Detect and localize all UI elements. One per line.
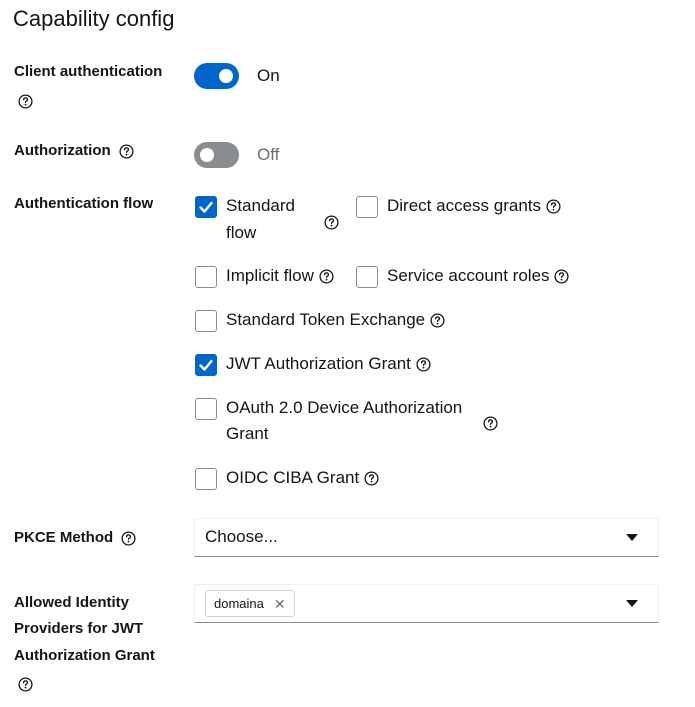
authorization-label: Authorization: [14, 138, 134, 165]
service-account-checkbox[interactable]: [356, 266, 378, 288]
service-account-label: Service account roles: [387, 263, 569, 290]
help-icon[interactable]: [18, 94, 33, 109]
direct-access-label-text: Direct access grants: [387, 196, 541, 215]
close-icon[interactable]: ✕: [274, 597, 286, 611]
client-auth-state: On: [257, 66, 280, 85]
allowed-idp-label-line1: Allowed Identity: [14, 594, 130, 611]
pkce-select-value: Choose...: [205, 527, 278, 546]
jwt-grant-label-text: JWT Authorization Grant: [226, 354, 411, 373]
authorization-toggle[interactable]: [194, 142, 239, 168]
help-icon[interactable]: [18, 677, 33, 692]
jwt-grant-checkbox[interactable]: [195, 354, 217, 376]
service-account-label-text: Service account roles: [387, 266, 550, 285]
device-grant-label-line1: OAuth 2.0 Device Authorization: [226, 398, 463, 417]
implicit-flow-checkbox[interactable]: [195, 266, 217, 288]
standard-flow-checkbox[interactable]: [195, 196, 217, 218]
token-exchange-checkbox[interactable]: [195, 310, 217, 332]
token-exchange-label-text: Standard Token Exchange: [226, 310, 426, 329]
caret-down-icon: [626, 534, 638, 541]
ciba-grant-label: OIDC CIBA Grant: [226, 465, 379, 492]
auth-flow-label: Authentication flow: [14, 195, 154, 212]
client-auth-label: Client authentication: [14, 63, 163, 80]
help-icon[interactable]: [121, 530, 136, 546]
help-icon[interactable]: [319, 269, 334, 284]
standard-flow-label-line1: Standard: [226, 196, 295, 215]
allowed-idp-label-line2: Providers for JWT: [14, 620, 144, 637]
ciba-grant-label-text: OIDC CIBA Grant: [226, 468, 360, 487]
client-auth-toggle[interactable]: [194, 63, 239, 89]
help-icon[interactable]: [483, 416, 498, 431]
allowed-idp-label-line3: Authorization Grant: [14, 647, 155, 664]
idp-chip: domaina ✕: [205, 590, 295, 617]
pkce-select[interactable]: Choose...: [194, 518, 659, 557]
device-grant-label-line2: Grant: [226, 424, 269, 443]
implicit-flow-label-text: Implicit flow: [226, 266, 314, 285]
toggle-knob: [200, 148, 214, 162]
check-icon: [199, 359, 213, 371]
help-icon[interactable]: [324, 215, 339, 230]
token-exchange-label: Standard Token Exchange: [226, 307, 445, 334]
help-icon[interactable]: [430, 313, 445, 328]
help-icon[interactable]: [119, 143, 134, 159]
help-icon[interactable]: [416, 357, 431, 372]
check-icon: [199, 201, 213, 213]
direct-access-checkbox[interactable]: [356, 196, 378, 218]
jwt-grant-label: JWT Authorization Grant: [226, 351, 431, 378]
pkce-label: PKCE Method: [14, 525, 136, 552]
caret-down-icon: [626, 600, 638, 607]
help-icon[interactable]: [364, 471, 379, 486]
idp-chip-label: domaina: [214, 596, 264, 611]
ciba-grant-checkbox[interactable]: [195, 468, 217, 490]
pkce-label-text: PKCE Method: [14, 529, 114, 546]
toggle-knob: [219, 69, 233, 83]
page-title: Capability config: [13, 6, 175, 31]
help-icon[interactable]: [554, 269, 569, 284]
allowed-idp-select[interactable]: domaina ✕: [194, 584, 659, 623]
standard-flow-label-line2: flow: [226, 223, 257, 242]
direct-access-label: Direct access grants: [387, 193, 561, 220]
authorization-label-text: Authorization: [14, 142, 111, 159]
device-grant-checkbox[interactable]: [195, 398, 217, 420]
authorization-state: Off: [257, 145, 280, 164]
help-icon[interactable]: [546, 199, 561, 214]
implicit-flow-label: Implicit flow: [226, 263, 334, 290]
